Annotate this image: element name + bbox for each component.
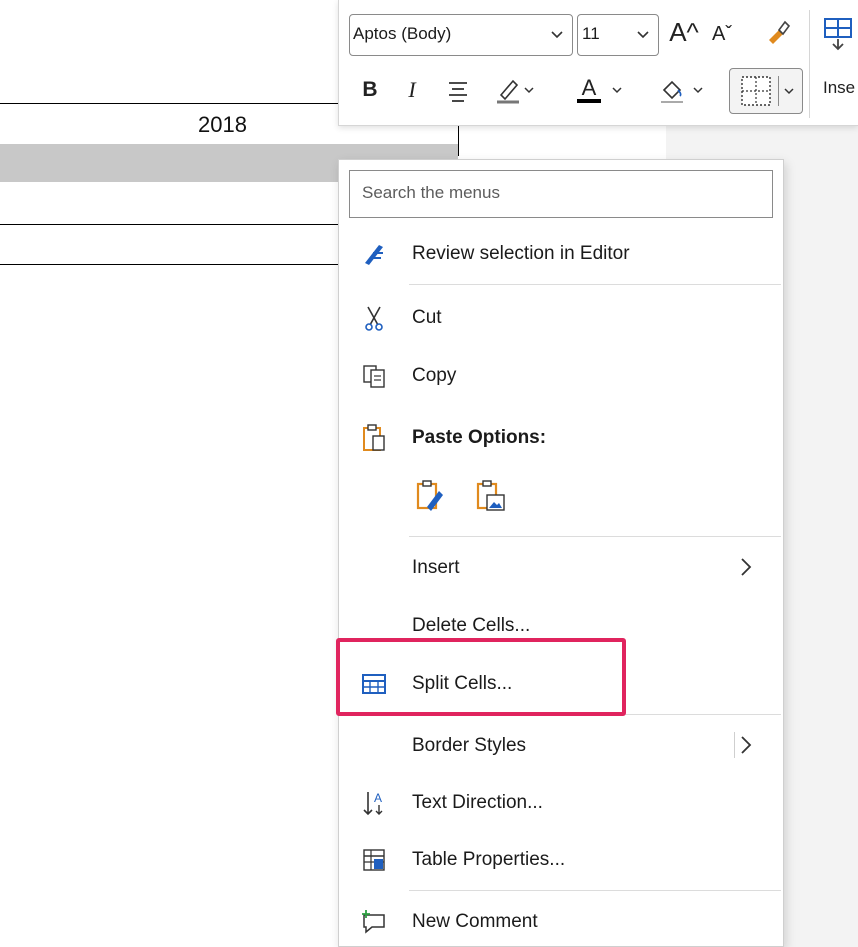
menu-label: Insert	[412, 557, 460, 578]
highlight-annotation	[336, 638, 626, 716]
menu-label: Text Direction...	[412, 792, 543, 813]
italic-label: I	[408, 77, 416, 102]
font-name-value: Aptos (Body)	[353, 24, 452, 43]
svg-text:A: A	[374, 791, 382, 805]
paste-keep-formatting-button[interactable]	[415, 479, 447, 518]
table-border-top	[0, 103, 338, 104]
menu-item-copy[interactable]: Copy	[339, 350, 783, 402]
menu-item-border-styles[interactable]: Border Styles	[339, 720, 783, 772]
menu-item-new-comment[interactable]: New Comment	[339, 896, 783, 947]
submenu-divider	[734, 732, 735, 758]
font-color-button[interactable]: A	[573, 72, 627, 108]
table-properties-icon	[359, 845, 389, 875]
bold-label: B	[362, 78, 378, 101]
font-color-icon: A	[577, 77, 601, 103]
table-border	[0, 264, 338, 265]
clipboard-icon	[359, 423, 389, 453]
font-size-value: 11	[582, 24, 600, 43]
font-size-dropdown[interactable]: 11	[577, 14, 659, 56]
borders-button[interactable]	[729, 68, 803, 114]
insert-rows-icon	[824, 18, 852, 51]
align-center-button[interactable]	[443, 76, 473, 106]
paste-picture-icon	[476, 479, 505, 511]
shading-button[interactable]	[655, 74, 707, 106]
paste-picture-button[interactable]	[475, 479, 507, 518]
menu-item-table-properties[interactable]: Table Properties...	[339, 834, 783, 886]
chevron-down-icon	[551, 31, 563, 39]
italic-button[interactable]: I	[399, 74, 425, 106]
paint-bucket-icon	[661, 80, 683, 103]
menu-label: New Comment	[412, 911, 538, 932]
chevron-down-icon	[693, 87, 703, 94]
table-column-border	[458, 126, 459, 156]
chevron-down-icon	[637, 31, 649, 39]
highlight-color-button[interactable]	[489, 74, 539, 106]
copy-icon	[359, 361, 389, 391]
table-header-year[interactable]: 2018	[198, 112, 247, 138]
table-border	[0, 224, 338, 225]
menu-label: Border Styles	[412, 735, 527, 756]
font-name-dropdown[interactable]: Aptos (Body)	[349, 14, 573, 56]
search-menus-input[interactable]: Search the menus	[349, 170, 773, 218]
context-menu: Search the menus Review selection in Edi…	[338, 159, 784, 947]
shrink-font-button[interactable]: Aˇ	[707, 16, 737, 52]
toolbar-separator	[809, 10, 810, 118]
mini-toolbar: Aptos (Body) 11 A^ Aˇ B I A Inse	[338, 0, 858, 126]
chevron-right-icon	[741, 558, 752, 576]
menu-item-review-editor[interactable]: Review selection in Editor	[339, 228, 783, 280]
borders-icon	[740, 76, 771, 106]
menu-item-insert[interactable]: Insert	[339, 542, 783, 594]
grow-font-icon: A^	[669, 16, 699, 47]
paste-options-row	[415, 476, 507, 520]
menu-item-paste-options: Paste Options:	[339, 412, 783, 464]
menu-label: Cut	[412, 307, 442, 328]
new-comment-icon	[359, 907, 389, 937]
shrink-font-icon: Aˇ	[712, 22, 732, 45]
text-direction-icon: A	[359, 788, 389, 818]
chevron-right-icon	[741, 736, 752, 754]
menu-separator	[409, 536, 781, 537]
menu-separator	[409, 284, 781, 285]
chevron-down-icon	[524, 87, 534, 94]
menu-label: Review selection in Editor	[412, 243, 630, 264]
format-painter-button[interactable]	[761, 14, 795, 52]
menu-label: Table Properties...	[412, 849, 566, 870]
grow-font-button[interactable]: A^	[667, 12, 701, 52]
highlighter-icon	[497, 79, 519, 104]
paste-keep-formatting-icon	[416, 479, 443, 511]
insert-table-button[interactable]	[821, 14, 855, 54]
format-painter-icon	[769, 20, 791, 44]
insert-label[interactable]: Inse	[823, 78, 855, 98]
editor-pen-icon	[359, 239, 389, 269]
menu-item-cut[interactable]: Cut	[339, 292, 783, 344]
bold-button[interactable]: B	[357, 74, 383, 106]
scissors-icon	[359, 303, 389, 333]
menu-item-text-direction[interactable]: A Text Direction...	[339, 777, 783, 829]
menu-label: Paste Options:	[412, 427, 547, 448]
menu-label: Copy	[412, 365, 457, 386]
menu-separator	[409, 890, 781, 891]
menu-label: Delete Cells...	[412, 615, 531, 636]
split-divider	[777, 76, 779, 106]
align-center-icon	[449, 82, 467, 102]
chevron-down-icon	[783, 88, 794, 95]
chevron-down-icon	[612, 87, 622, 94]
